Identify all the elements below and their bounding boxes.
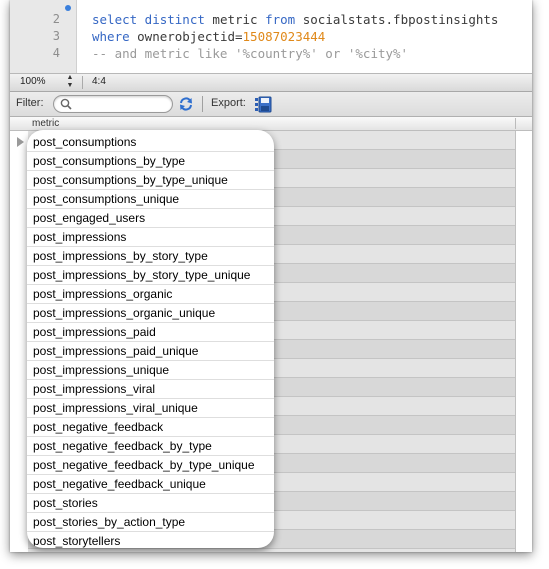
column-divider xyxy=(515,150,516,169)
code-token: socialstats.fbpostinsights xyxy=(302,12,499,27)
code-text[interactable]: select distinct metric from socialstats.… xyxy=(92,11,498,28)
export-save-icon[interactable] xyxy=(254,95,272,113)
column-divider xyxy=(515,245,516,264)
column-divider xyxy=(515,359,516,378)
line-number: 2 xyxy=(52,12,60,26)
current-row-arrow-icon xyxy=(17,137,24,147)
code-token: select distinct xyxy=(92,12,213,27)
cursor-position: 4:4 xyxy=(92,76,106,87)
metric-value: post_negative_feedback_by_type_unique xyxy=(27,456,274,475)
code-token: 15087023444 xyxy=(242,29,326,44)
column-divider xyxy=(515,264,516,283)
column-header-metric[interactable]: metric xyxy=(32,118,59,129)
result-toolbar: Filter: Export: xyxy=(10,92,532,117)
metric-value: post_stories xyxy=(27,494,274,513)
metric-value: post_negative_feedback_by_type xyxy=(27,437,274,456)
column-divider xyxy=(515,397,516,416)
column-divider[interactable] xyxy=(515,118,516,129)
metric-value: post_consumptions xyxy=(27,133,274,152)
column-divider xyxy=(515,207,516,226)
sql-editor[interactable]: 2 select distinct metric from socialstats… xyxy=(10,0,532,73)
column-divider xyxy=(515,226,516,245)
column-divider xyxy=(515,549,516,552)
refresh-icon[interactable] xyxy=(178,96,194,112)
line-number: 4 xyxy=(52,46,60,60)
column-divider xyxy=(515,454,516,473)
editor-status-bar: 100% ▲ ▼ 4:4 xyxy=(10,73,532,92)
column-divider xyxy=(515,511,516,530)
column-divider xyxy=(515,340,516,359)
filter-search-input[interactable] xyxy=(53,95,173,113)
metric-value: post_impressions_organic_unique xyxy=(27,304,274,323)
zoom-stepper-icon[interactable]: ▲ ▼ xyxy=(66,74,74,91)
table-cell[interactable] xyxy=(28,549,516,552)
column-divider xyxy=(515,492,516,511)
column-divider xyxy=(515,378,516,397)
metric-value: post_impressions_viral_unique xyxy=(27,399,274,418)
zoom-level[interactable]: 100% xyxy=(20,76,46,87)
code-token: from xyxy=(265,12,303,27)
metric-value: post_impressions_paid_unique xyxy=(27,342,274,361)
column-divider xyxy=(515,321,516,340)
code-text[interactable]: where ownerobjectid=15087023444 xyxy=(92,28,325,45)
column-divider xyxy=(515,435,516,454)
current-line-marker xyxy=(65,5,71,11)
metric-value: post_impressions xyxy=(27,228,274,247)
metric-value: post_consumptions_by_type xyxy=(27,152,274,171)
metric-value: post_impressions_by_story_type xyxy=(27,247,274,266)
code-token: -- and metric like '%country%' or '%city… xyxy=(92,46,409,61)
metric-value: post_consumptions_unique xyxy=(27,190,274,209)
highlighted-values-callout: post_consumptions post_consumptions_by_ty… xyxy=(27,130,274,548)
column-divider xyxy=(515,473,516,492)
filter-label: Filter: xyxy=(16,97,44,109)
metric-value: post_negative_feedback xyxy=(27,418,274,437)
status-divider xyxy=(82,76,83,89)
search-icon xyxy=(60,98,72,110)
metric-value: post_impressions_viral xyxy=(27,380,274,399)
toolbar-divider xyxy=(202,96,203,112)
query-window: 2 select distinct metric from socialstats… xyxy=(10,0,532,552)
code-token: ownerobjectid= xyxy=(137,29,243,44)
metric-value: post_impressions_by_story_type_unique xyxy=(27,266,274,285)
metric-value: post_negative_feedback_unique xyxy=(27,475,274,494)
metric-value: post_impressions_paid xyxy=(27,323,274,342)
column-divider xyxy=(515,530,516,549)
metric-value: post_impressions_unique xyxy=(27,361,274,380)
column-divider xyxy=(515,283,516,302)
table-row[interactable] xyxy=(10,549,532,552)
column-divider xyxy=(515,188,516,207)
code-token: metric xyxy=(212,12,266,27)
column-divider xyxy=(515,169,516,188)
column-divider xyxy=(515,302,516,321)
column-divider xyxy=(515,131,516,150)
code-text[interactable]: -- and metric like '%country%' or '%city… xyxy=(92,45,408,62)
export-label: Export: xyxy=(211,97,246,109)
metric-value: post_consumptions_by_type_unique xyxy=(27,171,274,190)
result-grid-header: metric xyxy=(10,117,532,131)
metric-value: post_impressions_organic xyxy=(27,285,274,304)
code-token: where xyxy=(92,29,138,44)
line-number: 3 xyxy=(52,29,60,43)
metric-value: post_engaged_users xyxy=(27,209,274,228)
column-divider xyxy=(515,416,516,435)
metric-value: post_storytellers xyxy=(27,532,274,548)
metric-value: post_stories_by_action_type xyxy=(27,513,274,532)
